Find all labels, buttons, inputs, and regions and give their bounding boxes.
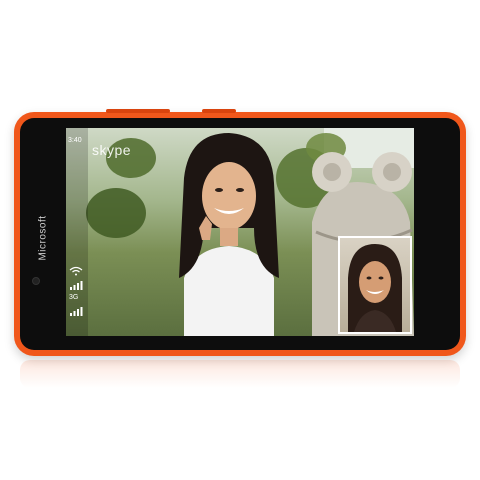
self-view-preview[interactable]	[338, 236, 412, 334]
brand-logo: Microsoft	[29, 215, 57, 261]
status-bar: 3:40 3G	[66, 128, 88, 336]
phone-reflection	[20, 360, 460, 388]
status-time: 3:40	[68, 137, 82, 144]
wifi-icon	[69, 266, 83, 276]
app-title: skype	[92, 142, 132, 158]
power-button[interactable]	[202, 109, 236, 113]
brand-label: Microsoft	[37, 215, 49, 261]
foliage	[86, 188, 146, 238]
video-call-screen[interactable]: 3:40 3G skype	[66, 128, 414, 336]
front-sensor	[32, 277, 40, 285]
remote-caller-video	[179, 133, 279, 336]
network-type-label: 3G	[69, 294, 79, 301]
volume-button[interactable]	[106, 109, 170, 113]
signal-bars-icon	[70, 281, 83, 290]
signal-bars-icon	[70, 307, 83, 316]
self-preview-video	[348, 244, 402, 332]
